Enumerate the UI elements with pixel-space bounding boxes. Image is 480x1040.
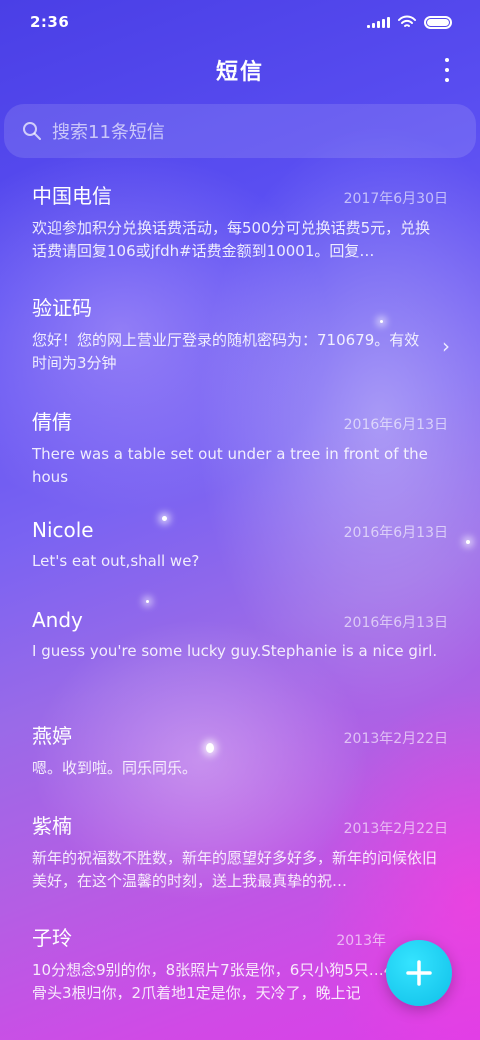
battery-icon [424, 15, 452, 29]
sender-name: 倩倩 [32, 410, 72, 434]
sender-name: 燕婷 [32, 724, 72, 748]
sender-name: 紫楠 [32, 814, 72, 838]
message-item[interactable]: Andy 2016年6月13日 I guess you're some lucky… [0, 608, 480, 720]
page-title: 短信 [215, 60, 264, 85]
search-placeholder: 搜索11条短信 [52, 122, 165, 143]
message-preview: Let's eat out,shall we? [32, 552, 200, 570]
sender-name: 验证码 [32, 296, 92, 320]
sender-name: Nicole [32, 518, 94, 542]
search-icon [23, 122, 41, 140]
sender-name: 中国电信 [32, 184, 112, 208]
message-item[interactable]: 验证码 您好！您的网上营业厅登录的随机密码为：710679。有效时间为3分钟 › [0, 292, 480, 406]
message-item[interactable]: 中国电信 2017年6月30日 欢迎参加积分兑换话费活动，每500分可兑换话费5元… [0, 180, 480, 292]
more-vertical-icon[interactable] [442, 58, 452, 82]
status-time: 2:36 [30, 13, 70, 31]
plus-icon [406, 960, 432, 986]
status-icons [367, 15, 452, 29]
message-date: 2016年6月13日 [343, 615, 448, 631]
message-list: 中国电信 2017年6月30日 欢迎参加积分兑换话费活动，每500分可兑换话费5元… [0, 180, 480, 1012]
message-preview: 欢迎参加积分兑换话费活动，每500分可兑换话费5元，兑换话费请回复106或jfd… [32, 219, 431, 260]
signal-icon [367, 16, 390, 28]
search-input[interactable]: 搜索11条短信 [4, 104, 476, 158]
message-date: 2013年 [336, 933, 386, 949]
message-item[interactable]: Nicole 2016年6月13日 Let's eat out,shall we? [0, 518, 480, 608]
message-preview: 新年的祝福数不胜数，新年的愿望好多好多，新年的问候依旧美好，在这个温馨的时刻，送… [32, 849, 438, 890]
compose-button[interactable] [386, 940, 452, 1006]
chevron-right-icon: › [442, 334, 450, 358]
message-date: 2016年6月13日 [343, 525, 448, 541]
message-item[interactable]: 倩倩 2016年6月13日 There was a table set out u… [0, 406, 480, 518]
message-preview: 您好！您的网上营业厅登录的随机密码为：710679。有效时间为3分钟 [32, 331, 420, 372]
message-preview: I guess you're some lucky guy.Stephanie … [32, 642, 438, 660]
message-item[interactable]: 燕婷 2013年2月22日 嗯。收到啦。同乐同乐。 [0, 720, 480, 810]
message-date: 2017年6月30日 [343, 191, 448, 207]
message-date: 2013年2月22日 [343, 731, 448, 747]
sender-name: 子玲 [32, 926, 72, 950]
message-preview: There was a table set out under a tree i… [32, 445, 428, 486]
message-date: 2013年2月22日 [343, 821, 448, 837]
sender-name: Andy [32, 608, 83, 632]
message-item[interactable]: 紫楠 2013年2月22日 新年的祝福数不胜数，新年的愿望好多好多，新年的问候依旧… [0, 810, 480, 922]
status-bar: 2:36 [0, 0, 480, 44]
wifi-icon [398, 15, 416, 27]
message-date: 2016年6月13日 [343, 417, 448, 433]
app-header: 短信 [0, 48, 480, 92]
message-preview: 嗯。收到啦。同乐同乐。 [32, 759, 198, 777]
